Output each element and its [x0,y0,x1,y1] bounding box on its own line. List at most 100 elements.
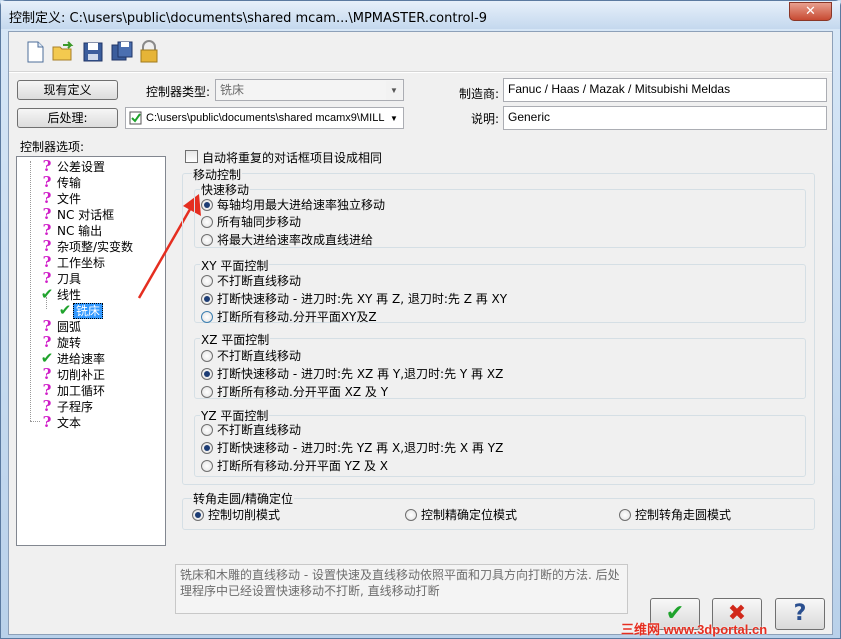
corner-option-rounding-mode[interactable]: 控制转角走圆模式 [619,507,731,523]
close-button[interactable]: ✕ [789,2,832,21]
radio-label: 不打断直线移动 [217,349,302,363]
tree-item-label: 线性 [57,288,82,302]
tree-item-label: 文件 [57,192,82,206]
question-icon: ? [42,173,52,191]
radio-button[interactable] [201,234,213,246]
tree-item-label: 传输 [57,176,82,190]
radio-button[interactable] [619,509,631,521]
save-as-icon[interactable] [110,40,134,64]
radio-button[interactable] [201,442,213,454]
post-processor-button[interactable]: 后处理: [17,108,118,128]
radio-button[interactable] [192,509,204,521]
radio-label: 打断所有移动.分开平面 XZ 及 Y [217,385,389,399]
corner-rounding-title: 转角走圆/精确定位 [192,490,295,507]
xy-option-break-rapid[interactable]: 打断快速移动 - 进刀时:先 XY 再 Z, 退刀时:先 Z 再 XY [201,291,507,307]
help-button[interactable]: ? [775,598,825,630]
radio-button[interactable] [201,199,213,211]
xy-plane-title: XY 平面控制 [200,257,270,274]
toolbar [9,32,832,72]
yz-option-no-break[interactable]: 不打断直线移动 [201,422,301,438]
tree-item-tools[interactable]: ? 刀具 [39,270,83,286]
description-field[interactable]: Generic [503,106,827,130]
question-icon: ? [42,237,52,255]
radio-button[interactable] [201,424,213,436]
tree-item-arc[interactable]: ? 圆弧 [39,318,83,334]
tree-item-label: 进给速率 [57,352,106,366]
rapid-option-independent[interactable]: 每轴均用最大进给速率独立移动 [201,197,385,213]
tree-item-linear[interactable]: ✔ 线性 [39,286,83,302]
tree-item-work-offsets[interactable]: ? 工作坐标 [39,254,107,270]
radio-label: 打断快速移动 - 进刀时:先 XZ 再 Y,退刀时:先 Y 再 XZ [217,367,504,381]
tree-item-label: 圆弧 [57,320,82,334]
xy-option-break-all[interactable]: 打断所有移动.分开平面XY及Z [201,309,377,325]
tree-item-text[interactable]: ? 文本 [39,414,83,430]
title-bar[interactable]: 控制定义: C:\users\public\documents\shared m… [1,1,840,29]
new-file-icon[interactable] [23,40,47,64]
tree-item-rotary[interactable]: ? 旋转 [39,334,83,350]
tree-item-misc-variables[interactable]: ? 杂项整/实变数 [39,238,135,254]
post-path-select[interactable]: C:\users\public\documents\shared mcamx9\… [125,107,404,129]
tree-item-label: 工作坐标 [57,256,106,270]
tree-item-cutter-comp[interactable]: ? 切削补正 [39,366,107,382]
document-check-icon [129,111,142,125]
question-icon: ? [42,157,52,175]
lock-icon[interactable] [137,40,161,64]
question-icon: ? [42,413,52,431]
radio-button[interactable] [405,509,417,521]
dialog-window: 控制定义: C:\users\public\documents\shared m… [0,0,841,639]
tree-item-subprograms[interactable]: ? 子程序 [39,398,95,414]
question-icon: ? [42,317,52,335]
radio-label: 不打断直线移动 [217,423,302,437]
radio-button[interactable] [201,368,213,380]
tree-item-feedrate[interactable]: ✔ 进给速率 [39,350,107,366]
tree-item-tolerance[interactable]: ? 公差设置 [39,158,107,174]
xz-option-break-rapid[interactable]: 打断快速移动 - 进刀时:先 XZ 再 Y,退刀时:先 Y 再 XZ [201,366,503,382]
radio-label: 控制精确定位模式 [421,508,518,522]
manufacturer-field[interactable]: Fanuc / Haas / Mazak / Mitsubishi Meldas [503,78,827,102]
tree-item-nc-dialog[interactable]: ? NC 对话框 [39,206,116,222]
radio-label: 不打断直线移动 [217,274,302,288]
tree-item-communications[interactable]: ? 传输 [39,174,83,190]
corner-option-exact-stop[interactable]: 控制精确定位模式 [405,507,517,523]
radio-button[interactable] [201,311,213,323]
question-icon: ? [42,333,52,351]
question-icon: ? [42,365,52,383]
radio-button[interactable] [201,350,213,362]
open-folder-icon[interactable] [51,40,75,64]
radio-label: 打断所有移动.分开平面 YZ 及 X [217,459,389,473]
manufacturer-label: 制造商: [459,87,500,101]
help-description-box: 铣床和木雕的直线移动 - 设置快速及直线移动依照平面和刀具方向打断的方法. 后处… [175,564,628,614]
tree-item-nc-output[interactable]: ? NC 输出 [39,222,104,238]
checkmark-icon: ✔ [58,301,72,319]
corner-option-cutting-mode[interactable]: 控制切削模式 [192,507,280,523]
rapid-option-linear[interactable]: 将最大进给速率改成直线进给 [201,232,373,248]
tree-item-files[interactable]: ? 文件 [39,190,83,206]
xz-option-no-break[interactable]: 不打断直线移动 [201,348,301,364]
chevron-down-icon: ▼ [386,81,402,100]
rapid-option-sync[interactable]: 所有轴同步移动 [201,214,301,230]
controller-type-value: 铣床 [220,83,245,97]
radio-button[interactable] [201,275,213,287]
radio-label: 所有轴同步移动 [217,215,302,229]
xy-option-no-break[interactable]: 不打断直线移动 [201,273,301,289]
question-icon: ? [42,381,52,399]
question-icon: ? [42,269,52,287]
radio-button[interactable] [201,460,213,472]
tree-item-canned-cycles[interactable]: ? 加工循环 [39,382,107,398]
tree-item-label: 旋转 [57,336,82,350]
current-definition-button[interactable]: 现有定义 [17,80,118,100]
radio-button[interactable] [201,293,213,305]
watermark-text: 三维网 www.3dportal.cn [621,622,768,637]
tree-item-mill[interactable]: ✔ 铣床 [57,301,104,319]
save-icon[interactable] [81,40,105,64]
yz-option-break-rapid[interactable]: 打断快速移动 - 进刀时:先 YZ 再 X,退刀时:先 X 再 YZ [201,440,503,456]
tree-item-label: 切削补正 [57,368,106,382]
yz-option-break-all[interactable]: 打断所有移动.分开平面 YZ 及 X [201,458,388,474]
tree-item-label: 杂项整/实变数 [57,240,134,254]
controller-type-select[interactable]: 铣床 ▼ [215,79,404,101]
auto-same-checkbox[interactable] [185,150,198,163]
question-icon: ? [42,253,52,271]
radio-button[interactable] [201,386,213,398]
radio-button[interactable] [201,216,213,228]
xz-option-break-all[interactable]: 打断所有移动.分开平面 XZ 及 Y [201,384,388,400]
